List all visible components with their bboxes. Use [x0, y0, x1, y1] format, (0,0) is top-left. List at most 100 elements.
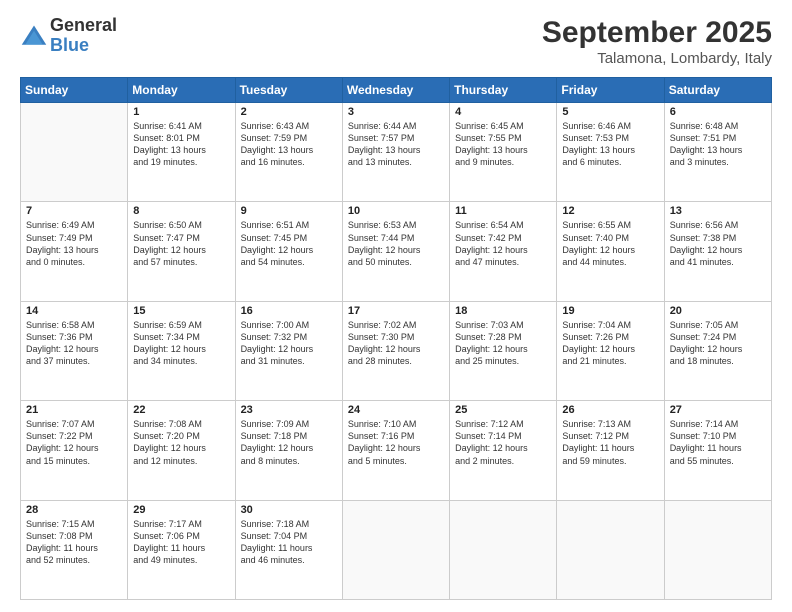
col-sunday: Sunday [21, 78, 128, 103]
day-number: 8 [133, 205, 229, 217]
day-number: 15 [133, 305, 229, 317]
day-info: Sunrise: 7:13 AM Sunset: 7:12 PM Dayligh… [562, 418, 658, 467]
calendar-table: Sunday Monday Tuesday Wednesday Thursday… [20, 77, 772, 600]
day-info: Sunrise: 7:10 AM Sunset: 7:16 PM Dayligh… [348, 418, 444, 467]
table-row: 26 Sunrise: 7:13 AM Sunset: 7:12 PM Dayli… [557, 401, 664, 500]
day-number: 21 [26, 404, 122, 416]
logo-blue-text: Blue [50, 36, 117, 56]
day-info: Sunrise: 7:18 AM Sunset: 7:04 PM Dayligh… [241, 518, 337, 567]
table-row: 21 Sunrise: 7:07 AM Sunset: 7:22 PM Dayli… [21, 401, 128, 500]
col-wednesday: Wednesday [342, 78, 449, 103]
day-info: Sunrise: 6:58 AM Sunset: 7:36 PM Dayligh… [26, 319, 122, 368]
table-row: 9 Sunrise: 6:51 AM Sunset: 7:45 PM Daylig… [235, 202, 342, 301]
day-info: Sunrise: 7:07 AM Sunset: 7:22 PM Dayligh… [26, 418, 122, 467]
day-number: 29 [133, 504, 229, 516]
day-info: Sunrise: 7:02 AM Sunset: 7:30 PM Dayligh… [348, 319, 444, 368]
table-row: 19 Sunrise: 7:04 AM Sunset: 7:26 PM Dayli… [557, 301, 664, 400]
day-number: 20 [670, 305, 766, 317]
table-row: 13 Sunrise: 6:56 AM Sunset: 7:38 PM Dayli… [664, 202, 771, 301]
table-row: 18Sunrise: 7:03 AM Sunset: 7:28 PM Dayli… [450, 301, 557, 400]
header: General Blue September 2025 Talamona, Lo… [20, 16, 772, 67]
table-row: 3Sunrise: 6:44 AM Sunset: 7:57 PM Daylig… [342, 103, 449, 202]
col-friday: Friday [557, 78, 664, 103]
day-info: Sunrise: 6:45 AM Sunset: 7:55 PM Dayligh… [455, 120, 551, 169]
table-row [450, 500, 557, 599]
table-row: 22 Sunrise: 7:08 AM Sunset: 7:20 PM Dayli… [128, 401, 235, 500]
day-number: 17 [348, 305, 444, 317]
table-row: 4 Sunrise: 6:45 AM Sunset: 7:55 PM Daylig… [450, 103, 557, 202]
day-info: Sunrise: 6:50 AM Sunset: 7:47 PM Dayligh… [133, 219, 229, 268]
table-row: 5Sunrise: 6:46 AM Sunset: 7:53 PM Daylig… [557, 103, 664, 202]
day-number: 18 [455, 305, 551, 317]
day-info: Sunrise: 6:49 AM Sunset: 7:49 PM Dayligh… [26, 219, 122, 268]
col-tuesday: Tuesday [235, 78, 342, 103]
day-number: 6 [670, 106, 766, 118]
table-row: 17 Sunrise: 7:02 AM Sunset: 7:30 PM Dayli… [342, 301, 449, 400]
logo-general-text: General [50, 16, 117, 36]
day-info: Sunrise: 7:09 AM Sunset: 7:18 PM Dayligh… [241, 418, 337, 467]
table-row: 7Sunrise: 6:49 AM Sunset: 7:49 PM Daylig… [21, 202, 128, 301]
day-info: Sunrise: 6:41 AM Sunset: 8:01 PM Dayligh… [133, 120, 229, 169]
col-saturday: Saturday [664, 78, 771, 103]
day-number: 9 [241, 205, 337, 217]
day-number: 14 [26, 305, 122, 317]
subtitle: Talamona, Lombardy, Italy [542, 50, 772, 67]
day-number: 13 [670, 205, 766, 217]
table-row: 12Sunrise: 6:55 AM Sunset: 7:40 PM Dayli… [557, 202, 664, 301]
table-row: 24 Sunrise: 7:10 AM Sunset: 7:16 PM Dayli… [342, 401, 449, 500]
day-info: Sunrise: 6:46 AM Sunset: 7:53 PM Dayligh… [562, 120, 658, 169]
day-number: 26 [562, 404, 658, 416]
day-info: Sunrise: 6:53 AM Sunset: 7:44 PM Dayligh… [348, 219, 444, 268]
table-row: 11 Sunrise: 6:54 AM Sunset: 7:42 PM Dayli… [450, 202, 557, 301]
day-number: 1 [133, 106, 229, 118]
day-number: 2 [241, 106, 337, 118]
table-row: 20 Sunrise: 7:05 AM Sunset: 7:24 PM Dayli… [664, 301, 771, 400]
day-number: 22 [133, 404, 229, 416]
day-info: Sunrise: 7:14 AM Sunset: 7:10 PM Dayligh… [670, 418, 766, 467]
day-number: 25 [455, 404, 551, 416]
logo: General Blue [20, 16, 117, 56]
calendar-week-row: 21 Sunrise: 7:07 AM Sunset: 7:22 PM Dayli… [21, 401, 772, 500]
day-number: 30 [241, 504, 337, 516]
day-number: 19 [562, 305, 658, 317]
table-row: 10 Sunrise: 6:53 AM Sunset: 7:44 PM Dayli… [342, 202, 449, 301]
day-number: 12 [562, 205, 658, 217]
day-info: Sunrise: 7:08 AM Sunset: 7:20 PM Dayligh… [133, 418, 229, 467]
table-row: 30 Sunrise: 7:18 AM Sunset: 7:04 PM Dayli… [235, 500, 342, 599]
day-number: 11 [455, 205, 551, 217]
table-row: 27Sunrise: 7:14 AM Sunset: 7:10 PM Dayli… [664, 401, 771, 500]
table-row [342, 500, 449, 599]
col-thursday: Thursday [450, 78, 557, 103]
table-row [21, 103, 128, 202]
table-row: 28Sunrise: 7:15 AM Sunset: 7:08 PM Dayli… [21, 500, 128, 599]
page: General Blue September 2025 Talamona, Lo… [0, 0, 792, 612]
table-row: 1 Sunrise: 6:41 AM Sunset: 8:01 PM Daylig… [128, 103, 235, 202]
calendar-header-row: Sunday Monday Tuesday Wednesday Thursday… [21, 78, 772, 103]
table-row [664, 500, 771, 599]
day-number: 4 [455, 106, 551, 118]
day-number: 28 [26, 504, 122, 516]
day-number: 16 [241, 305, 337, 317]
day-info: Sunrise: 6:44 AM Sunset: 7:57 PM Dayligh… [348, 120, 444, 169]
calendar-week-row: 28Sunrise: 7:15 AM Sunset: 7:08 PM Dayli… [21, 500, 772, 599]
calendar-week-row: 1 Sunrise: 6:41 AM Sunset: 8:01 PM Daylig… [21, 103, 772, 202]
title-block: September 2025 Talamona, Lombardy, Italy [542, 16, 772, 67]
col-monday: Monday [128, 78, 235, 103]
day-info: Sunrise: 6:56 AM Sunset: 7:38 PM Dayligh… [670, 219, 766, 268]
table-row: 16Sunrise: 7:00 AM Sunset: 7:32 PM Dayli… [235, 301, 342, 400]
table-row: 23Sunrise: 7:09 AM Sunset: 7:18 PM Dayli… [235, 401, 342, 500]
calendar-week-row: 14 Sunrise: 6:58 AM Sunset: 7:36 PM Dayli… [21, 301, 772, 400]
day-info: Sunrise: 6:43 AM Sunset: 7:59 PM Dayligh… [241, 120, 337, 169]
day-number: 10 [348, 205, 444, 217]
day-number: 24 [348, 404, 444, 416]
day-info: Sunrise: 6:54 AM Sunset: 7:42 PM Dayligh… [455, 219, 551, 268]
table-row: 8 Sunrise: 6:50 AM Sunset: 7:47 PM Daylig… [128, 202, 235, 301]
day-info: Sunrise: 7:04 AM Sunset: 7:26 PM Dayligh… [562, 319, 658, 368]
day-info: Sunrise: 6:51 AM Sunset: 7:45 PM Dayligh… [241, 219, 337, 268]
table-row: 29Sunrise: 7:17 AM Sunset: 7:06 PM Dayli… [128, 500, 235, 599]
table-row [557, 500, 664, 599]
main-title: September 2025 [542, 16, 772, 50]
day-info: Sunrise: 7:05 AM Sunset: 7:24 PM Dayligh… [670, 319, 766, 368]
day-info: Sunrise: 7:12 AM Sunset: 7:14 PM Dayligh… [455, 418, 551, 467]
calendar-week-row: 7Sunrise: 6:49 AM Sunset: 7:49 PM Daylig… [21, 202, 772, 301]
